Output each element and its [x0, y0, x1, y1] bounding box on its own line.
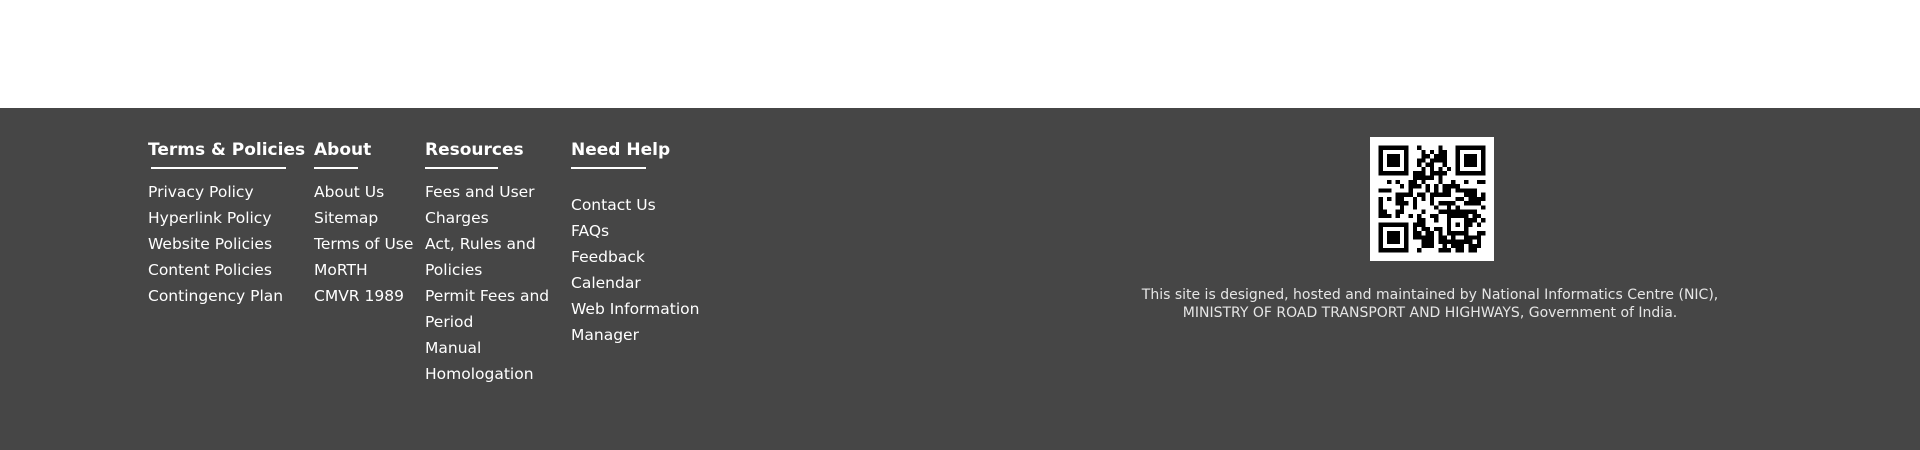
link-manual-homologation[interactable]: Manual Homologation: [425, 335, 560, 387]
link-faqs[interactable]: FAQs: [571, 218, 706, 244]
footer-column-resources: Resources Fees and User Charges Act, Rul…: [425, 138, 560, 387]
heading-underline: [314, 167, 358, 169]
link-web-information-manager[interactable]: Web Information Manager: [571, 296, 706, 348]
link-terms-of-use[interactable]: Terms of Use: [314, 231, 413, 257]
qr-code-icon: [1370, 137, 1494, 261]
link-contact-us[interactable]: Contact Us: [571, 192, 706, 218]
footer-column-need-help: Need Help Contact Us FAQs Feedback Calen…: [571, 138, 706, 348]
column-heading-about: About: [314, 140, 372, 160]
link-about-us[interactable]: About Us: [314, 179, 413, 205]
link-privacy-policy[interactable]: Privacy Policy: [148, 179, 305, 205]
heading-underline: [151, 167, 286, 169]
heading-underline: [571, 167, 646, 169]
page-content-area: [0, 0, 1920, 108]
column-heading-need-help: Need Help: [571, 140, 671, 160]
credit-line-2: MINISTRY OF ROAD TRANSPORT AND HIGHWAYS,…: [1182, 305, 1678, 321]
site-credit: This site is designed, hosted and mainta…: [1080, 286, 1780, 322]
column-heading-terms-policies: Terms & Policies: [148, 140, 306, 160]
footer-column-about: About About Us Sitemap Terms of Use MoRT…: [314, 138, 413, 309]
link-content-policies[interactable]: Content Policies: [148, 257, 305, 283]
link-act-rules-and-policies[interactable]: Act, Rules and Policies: [425, 231, 560, 283]
credit-line-1: This site is designed, hosted and mainta…: [1141, 287, 1719, 303]
column-heading-resources: Resources: [425, 140, 524, 160]
link-morth[interactable]: MoRTH: [314, 257, 413, 283]
link-hyperlink-policy[interactable]: Hyperlink Policy: [148, 205, 305, 231]
site-footer: Terms & Policies Privacy Policy Hyperlin…: [0, 108, 1920, 450]
link-calendar[interactable]: Calendar: [571, 270, 706, 296]
heading-underline: [425, 167, 498, 169]
link-feedback[interactable]: Feedback: [571, 244, 706, 270]
link-fees-and-user-charges[interactable]: Fees and User Charges: [425, 179, 560, 231]
footer-column-terms-policies: Terms & Policies Privacy Policy Hyperlin…: [148, 138, 305, 309]
link-permit-fees-and-period[interactable]: Permit Fees and Period: [425, 283, 560, 335]
link-cmvr-1989[interactable]: CMVR 1989: [314, 283, 413, 309]
link-website-policies[interactable]: Website Policies: [148, 231, 305, 257]
link-sitemap[interactable]: Sitemap: [314, 205, 413, 231]
link-contingency-plan[interactable]: Contingency Plan: [148, 283, 305, 309]
